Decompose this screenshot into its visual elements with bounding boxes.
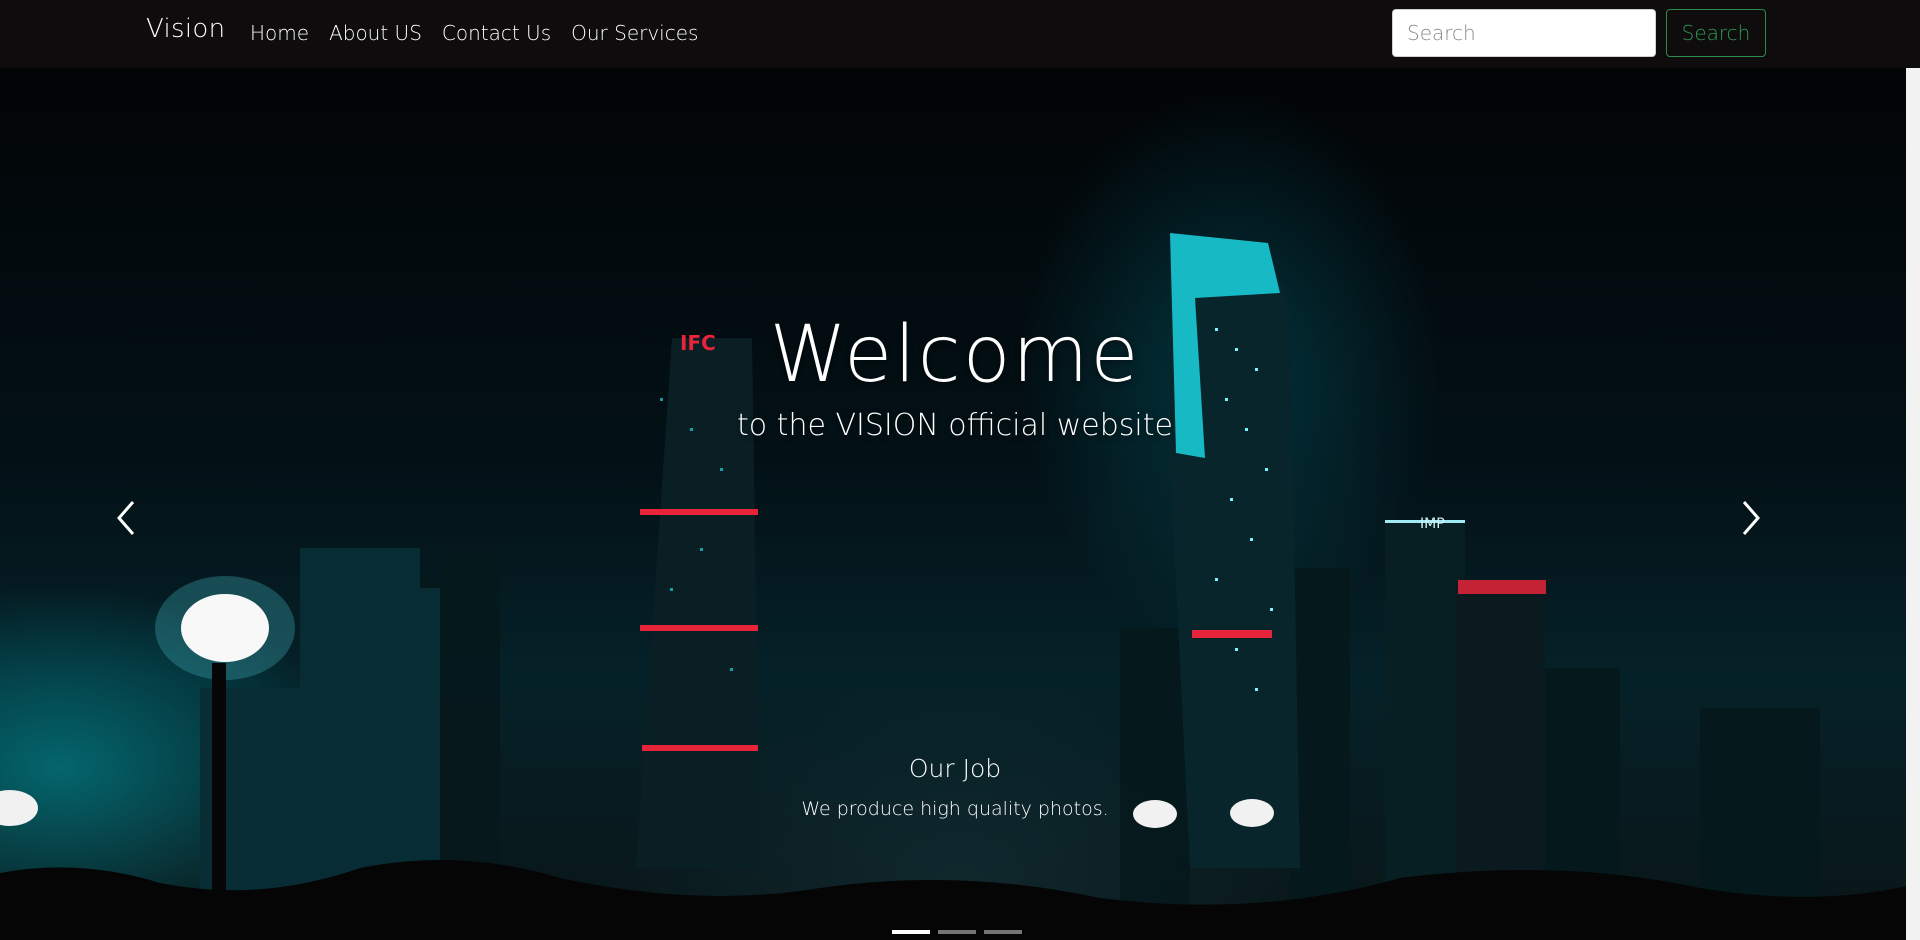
search-button[interactable]: Search (1666, 9, 1766, 57)
carousel-indicators (892, 930, 1022, 934)
nav-link-home[interactable]: Home (250, 20, 309, 46)
brand-logo[interactable]: Vision (146, 14, 225, 44)
carousel-prev-button[interactable] (113, 498, 173, 578)
chevron-left-icon (117, 501, 135, 535)
carousel-indicator-3[interactable] (984, 930, 1022, 934)
carousel-caption-title: Our Job (908, 754, 1002, 783)
nav-link-contact[interactable]: Contact Us (442, 20, 551, 46)
nav-links: Home About US Contact Us Our Services (250, 20, 698, 46)
search-input[interactable] (1392, 9, 1656, 57)
nav-link-services[interactable]: Our Services (571, 20, 698, 46)
carousel-indicator-2[interactable] (938, 930, 976, 934)
welcome-subtitle: to the VISION official website (737, 408, 1173, 443)
welcome-title: Welcome (769, 310, 1141, 400)
carousel-next-button[interactable] (1738, 498, 1798, 578)
carousel-indicator-1[interactable] (892, 930, 930, 934)
page-scrollbar[interactable] (1906, 68, 1920, 940)
nav-link-about[interactable]: About US (329, 20, 422, 46)
hero-carousel: IFC IMP Welcome to the VISION official w… (0, 68, 1920, 940)
svg-text:IMP: IMP (1420, 516, 1445, 532)
chevron-right-icon (1742, 501, 1760, 535)
navbar: Vision Home About US Contact Us Our Serv… (0, 0, 1920, 68)
carousel-caption-text: We produce high quality photos. (801, 798, 1109, 820)
